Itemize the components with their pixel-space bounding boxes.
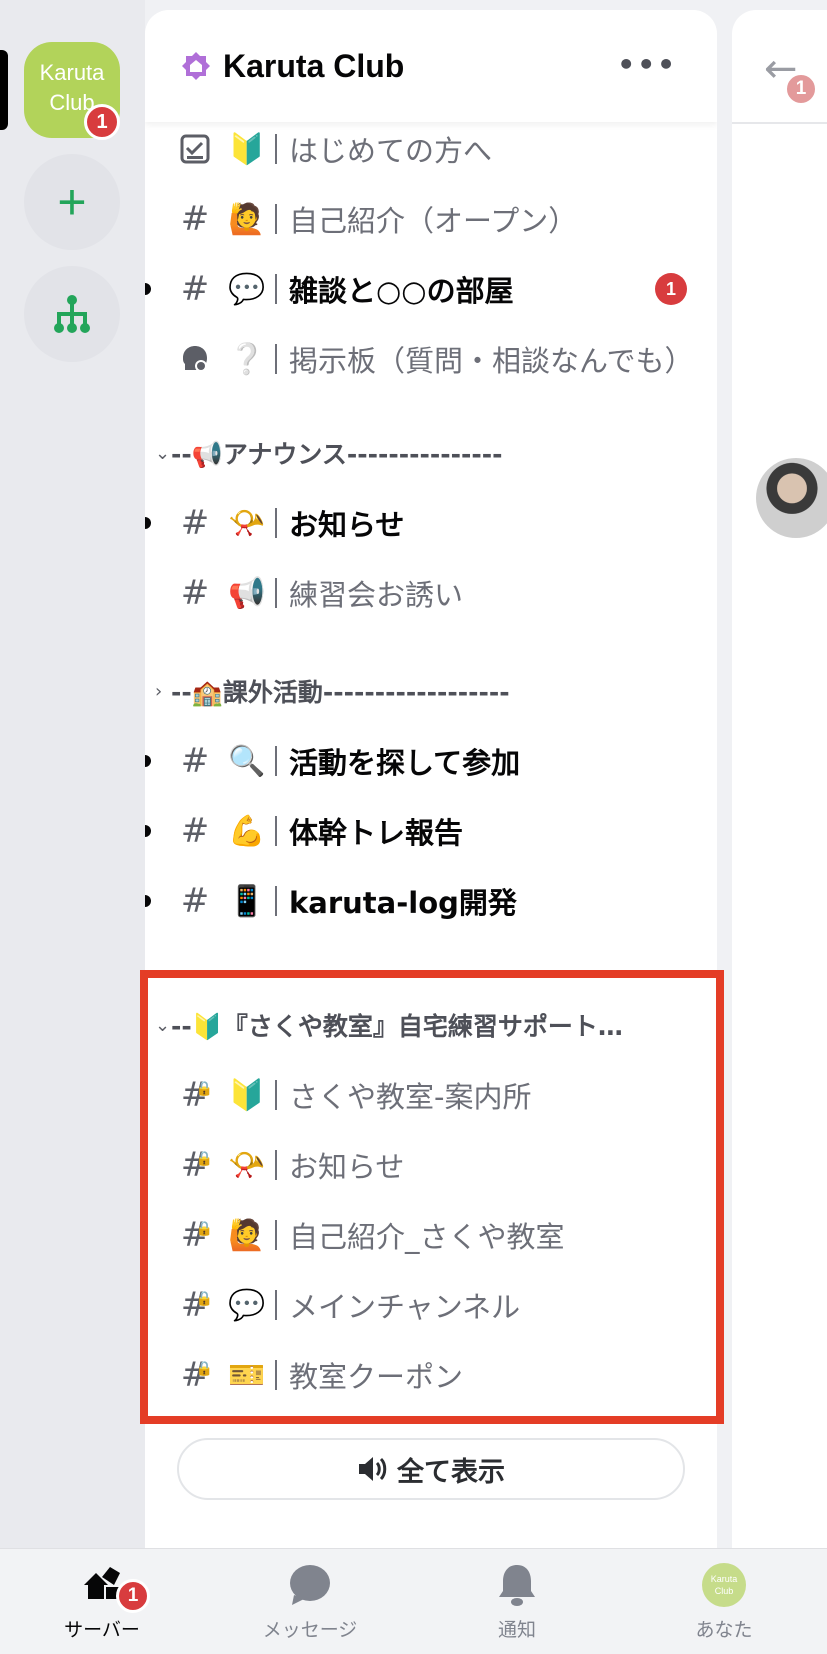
channel-emoji: 📯 (228, 505, 266, 541)
nav-messages[interactable]: メッセージ (230, 1549, 390, 1654)
channel-emoji: 💪 (228, 813, 266, 849)
channel-name: 練習会お誘い (289, 578, 464, 612)
hashtag-icon: # (180, 811, 210, 851)
separator (275, 508, 277, 538)
channel-name: はじめての方へ (289, 134, 493, 168)
unread-indicator (145, 283, 151, 295)
server-badge-icon (182, 52, 210, 80)
user-avatar: Karuta Club (702, 1563, 746, 1607)
highlight-box (140, 970, 724, 1424)
category-name: --🏫課外活動------------------ (171, 678, 510, 707)
unread-indicator (145, 755, 151, 767)
channel-name: 活動を探して参加 (289, 746, 521, 780)
nav-you[interactable]: Karuta Club あなた (644, 1549, 804, 1654)
unread-indicator (145, 895, 151, 907)
plus-icon: + (57, 174, 87, 230)
category-header-announce[interactable]: ⌄ --📢アナウンス--------------- (145, 428, 717, 478)
header-divider (732, 122, 827, 124)
chevron-right-icon: › (155, 680, 163, 702)
channel-row[interactable]: # 📯 お知らせ (145, 488, 717, 558)
channel-name: 掲示板（質問・相談なんでも） (289, 344, 694, 378)
hashtag-icon: # (180, 741, 210, 781)
add-server-button[interactable]: + (24, 154, 120, 250)
separator (275, 344, 277, 374)
hub-icon (54, 295, 90, 333)
selected-server-indicator (0, 50, 8, 130)
hashtag-icon: # (180, 503, 210, 543)
nav-you-label: あなた (695, 1619, 753, 1641)
channel-name: 体幹トレ報告 (289, 816, 464, 850)
nav-servers-label: サーバー (64, 1619, 140, 1641)
bell-icon (499, 1565, 535, 1606)
category-header-activities[interactable]: › --🏫課外活動------------------ (145, 666, 717, 716)
channel-emoji: 🙋 (228, 201, 266, 237)
category-name: --📢アナウンス--------------- (171, 440, 503, 469)
hashtag-icon: # (180, 573, 210, 613)
nav-notifications[interactable]: 通知 (437, 1549, 597, 1654)
more-options-button[interactable]: ••• (617, 48, 677, 81)
channel-row[interactable]: # 💪 体幹トレ報告 (145, 796, 717, 866)
separator (275, 816, 277, 846)
channel-emoji: 📱 (228, 883, 266, 919)
nav-notifications-label: 通知 (497, 1619, 536, 1641)
chevron-down-icon: ⌄ (155, 442, 171, 464)
hashtag-icon: # (180, 199, 210, 239)
channel-emoji: 🔍 (228, 743, 266, 779)
server-rail: Karuta Club 1 + (0, 0, 145, 1548)
channel-row[interactable]: # 🔍 活動を探して参加 (145, 726, 717, 796)
channel-row[interactable]: # 📱 karuta-log開発 (145, 866, 717, 936)
channel-row[interactable]: # 💬 雑談と○○の部屋 1 (145, 254, 717, 324)
channel-row[interactable]: 🔰 はじめての方へ (145, 114, 717, 184)
separator (275, 204, 277, 234)
server-directory-button[interactable] (24, 266, 120, 362)
channel-emoji: 💬 (228, 271, 266, 307)
channel-row[interactable]: # 🙋 自己紹介（オープン） (145, 184, 717, 254)
unread-indicator (145, 825, 151, 837)
server-unread-badge: 1 (84, 104, 120, 140)
separator (275, 578, 277, 608)
server-header[interactable]: Karuta Club ••• (145, 10, 717, 122)
member-avatar[interactable] (756, 458, 827, 538)
separator (275, 134, 277, 164)
channel-name: お知らせ (289, 508, 405, 542)
bottom-navigation: 1 サーバー メッセージ 通知 Karuta Club あなた (0, 1548, 827, 1654)
separator (275, 746, 277, 776)
server-title: Karuta Club (223, 47, 405, 84)
back-unread-badge: 1 (784, 72, 818, 106)
unread-indicator (145, 517, 151, 529)
servers-badge: 1 (116, 1579, 150, 1613)
nav-messages-label: メッセージ (262, 1619, 358, 1641)
forum-icon (175, 344, 215, 374)
channel-name: karuta-log開発 (289, 886, 517, 920)
channel-emoji: ❔ (228, 341, 266, 377)
show-all-button[interactable]: 全て表示 (177, 1438, 685, 1500)
checklist-icon (175, 134, 215, 164)
nav-servers[interactable]: 1 サーバー (22, 1549, 182, 1654)
hashtag-icon: # (180, 881, 210, 921)
channel-emoji: 🔰 (228, 131, 266, 167)
chat-bubble-icon (290, 1565, 330, 1605)
show-all-label: 全て表示 (397, 1456, 505, 1488)
channel-name: 自己紹介（オープン） (289, 204, 578, 238)
channel-name: 雑談と○○の部屋 (289, 274, 514, 308)
separator (275, 886, 277, 916)
chat-panel-peek: ← 1 (732, 10, 827, 1548)
channel-emoji: 📢 (228, 575, 266, 611)
hashtag-icon: # (180, 269, 210, 309)
speaker-icon (359, 1457, 387, 1481)
separator (275, 274, 277, 304)
mention-badge: 1 (655, 273, 687, 305)
channel-row[interactable]: # 📢 練習会お誘い (145, 558, 717, 628)
channel-row[interactable]: ❔ 掲示板（質問・相談なんでも） (145, 324, 717, 394)
